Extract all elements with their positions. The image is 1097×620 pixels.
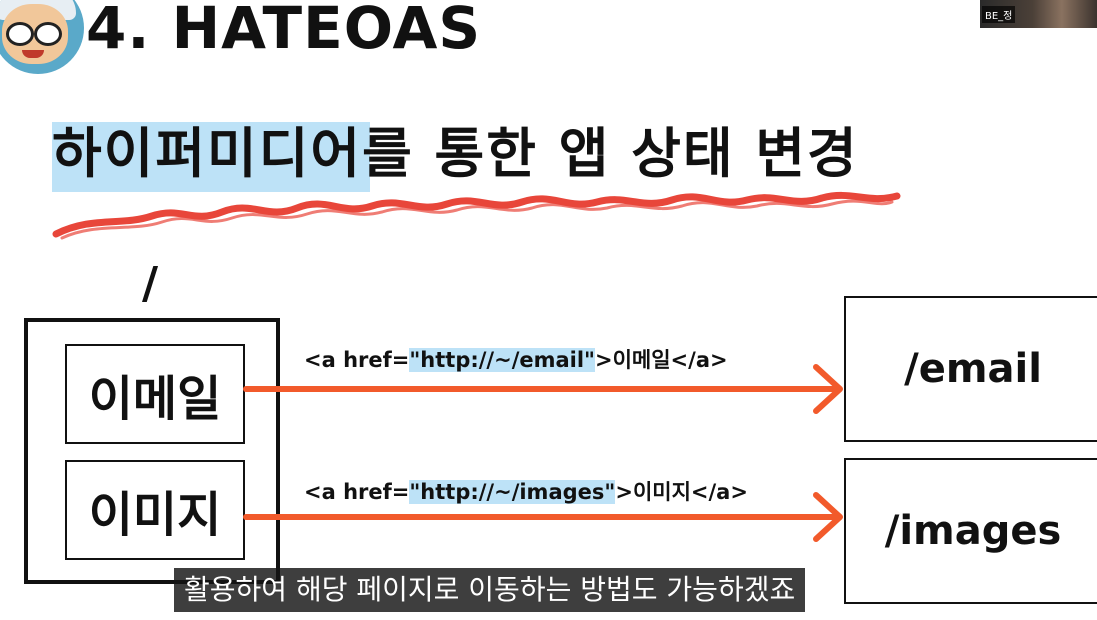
- images-arrow-icon: [243, 492, 843, 542]
- email-target-page: /email: [844, 296, 1097, 442]
- video-caption: 활용하여 해당 페이지로 이동하는 방법도 가능하겠죠: [174, 568, 806, 612]
- images-target-page: /images: [844, 458, 1097, 604]
- email-arrow-icon: [243, 364, 843, 414]
